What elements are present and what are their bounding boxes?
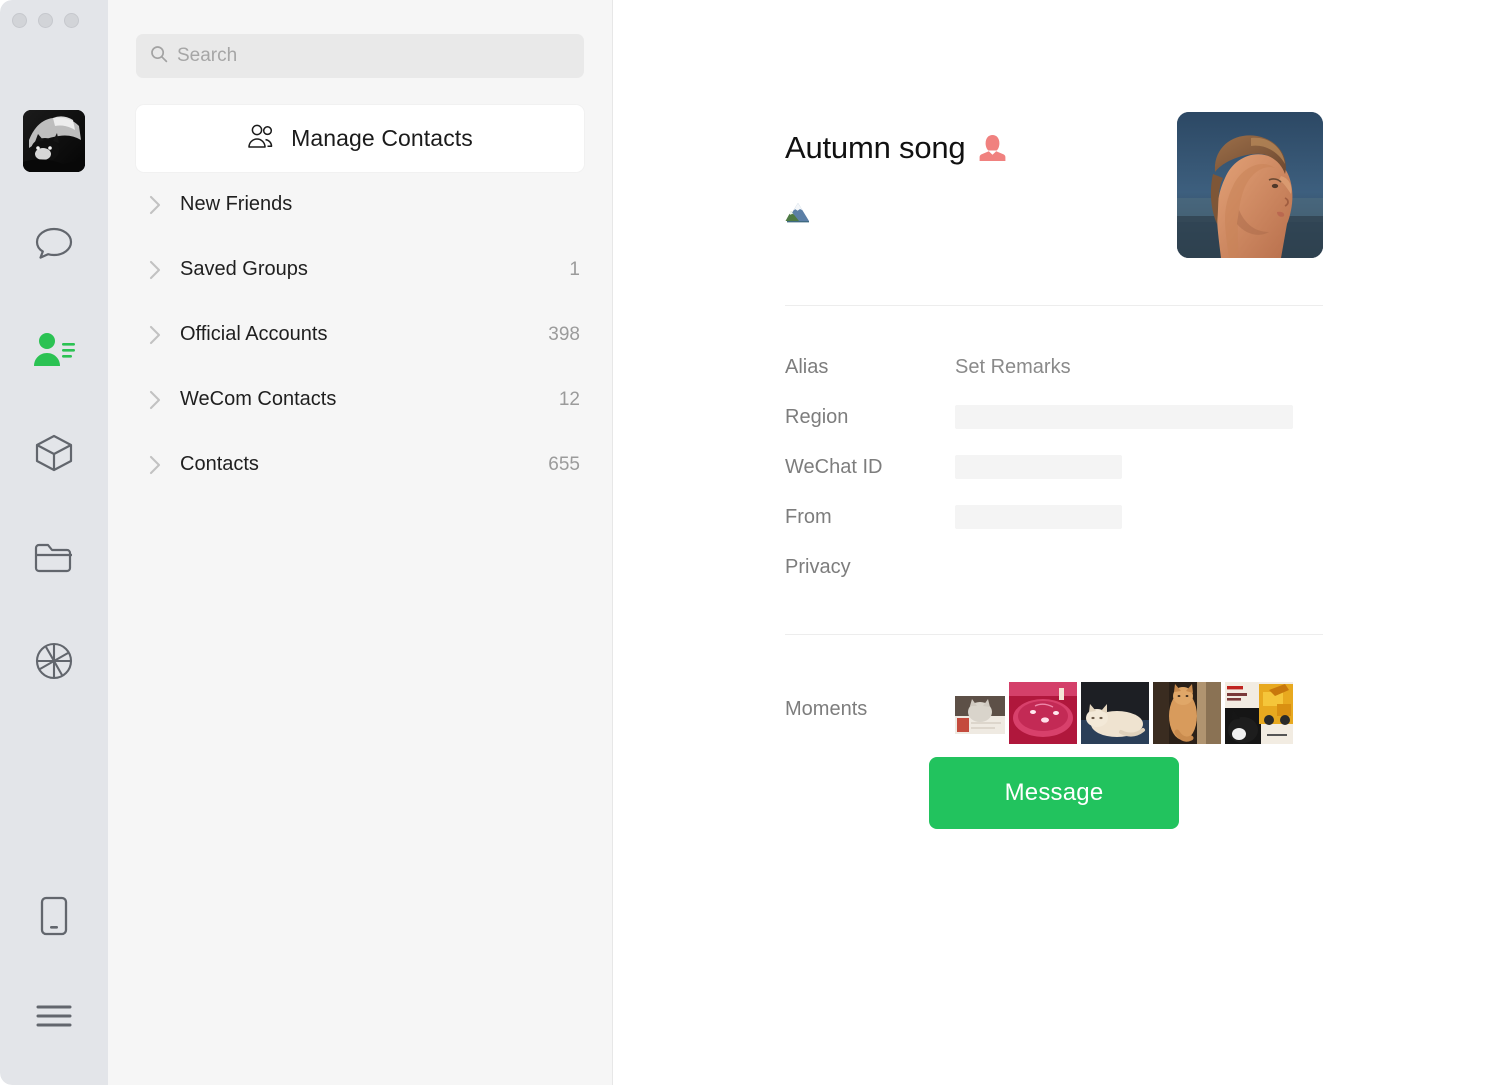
chevron-right-icon (142, 388, 168, 412)
chevron-right-icon (142, 258, 168, 282)
contact-field-row: Privacy (785, 542, 1323, 592)
moments-section: Moments (785, 635, 1323, 744)
sidebar-item-favorites[interactable] (23, 526, 85, 588)
contact-field-row: From (785, 492, 1323, 542)
contact-group-row[interactable]: New Friends (136, 172, 584, 237)
contact-field-value[interactable]: Set Remarks (955, 356, 1071, 379)
contact-field-label: Region (785, 405, 849, 428)
sidebar-item-chats[interactable] (23, 214, 85, 276)
chevron-right-icon (142, 193, 168, 217)
contact-group-row[interactable]: WeCom Contacts 12 (136, 367, 584, 432)
contact-group-row[interactable]: Saved Groups 1 (136, 237, 584, 302)
avatar[interactable] (23, 110, 85, 172)
sidebar-item-contacts[interactable] (23, 318, 85, 380)
nav-rail (0, 0, 108, 1085)
contact-name: Autumn song (785, 130, 966, 165)
contacts-list-panel: Manage Contacts New Friends Saved Groups 1… (108, 0, 613, 1085)
contact-group-label: Contacts (180, 453, 259, 475)
contact-group-count: 1 (569, 258, 580, 280)
sidebar-item-menu[interactable] (23, 985, 85, 1047)
moments-thumbnails[interactable] (955, 670, 1293, 744)
search-icon (150, 45, 168, 68)
contact-field-label: WeChat ID (785, 455, 883, 478)
contact-group-list: New Friends Saved Groups 1 Official Account… (136, 172, 584, 497)
moment-thumb-sleeping-cat[interactable] (1081, 682, 1149, 744)
contact-group-label: WeCom Contacts (180, 388, 337, 410)
contacts-icon (32, 330, 76, 368)
moments-label: Moments (785, 698, 868, 720)
contact-group-count: 655 (548, 453, 580, 475)
female-avatar-icon (979, 134, 1006, 162)
contact-field-label: Alias (785, 355, 829, 378)
maximize-button[interactable] (64, 13, 79, 28)
redacted-value (955, 405, 1293, 429)
chat-bubble-icon (33, 225, 75, 265)
snow-capped-mountain-emoji (785, 201, 811, 223)
contact-field-row: Region (785, 392, 1323, 442)
contact-header: Autumn song (785, 112, 1323, 258)
sidebar-item-mini-programs[interactable] (23, 422, 85, 484)
moment-thumb-cat-on-chair[interactable] (1153, 682, 1221, 744)
minimize-button[interactable] (38, 13, 53, 28)
close-button[interactable] (12, 13, 27, 28)
redacted-value (955, 505, 1122, 529)
two-people-icon (247, 123, 277, 155)
contact-field-row: Alias Set Remarks (785, 342, 1323, 392)
contact-detail-panel: Autumn song Alias Set Remarks Region WeC… (613, 0, 1500, 1085)
contact-group-row[interactable]: Contacts 655 (136, 432, 584, 497)
folder-icon (33, 539, 75, 575)
contact-profile-photo[interactable] (1177, 112, 1323, 258)
sidebar-item-phone[interactable] (23, 885, 85, 947)
chevron-right-icon (142, 323, 168, 347)
contact-field-label: From (785, 505, 832, 528)
contact-group-label: Saved Groups (180, 258, 308, 280)
wechat-window: Manage Contacts New Friends Saved Groups 1… (0, 0, 1500, 1085)
search-input[interactable] (177, 45, 570, 67)
moment-thumb-cat-poster[interactable] (1225, 682, 1293, 744)
contact-fields: Alias Set Remarks Region WeChat ID From Priva… (785, 306, 1323, 592)
contact-field-row: WeChat ID (785, 442, 1323, 492)
contact-group-count: 398 (548, 323, 580, 345)
redacted-value (955, 455, 1122, 479)
moment-thumb-cat-in-box[interactable] (955, 696, 1005, 734)
manage-contacts-button[interactable]: Manage Contacts (136, 105, 584, 172)
aperture-icon (33, 640, 75, 682)
window-controls (12, 13, 79, 28)
contact-group-count: 12 (558, 388, 580, 410)
phone-icon (37, 894, 71, 938)
contact-group-label: New Friends (180, 193, 293, 215)
contact-group-label: Official Accounts (180, 323, 328, 345)
hamburger-menu-icon (34, 1002, 74, 1030)
manage-contacts-label: Manage Contacts (291, 125, 473, 151)
chevron-right-icon (142, 453, 168, 477)
message-button[interactable]: Message (929, 757, 1179, 829)
contact-group-row[interactable]: Official Accounts 398 (136, 302, 584, 367)
contact-field-label: Privacy (785, 555, 851, 578)
contact-signature (785, 200, 1006, 224)
search-bar[interactable] (136, 34, 584, 78)
moment-thumb-red-bowl[interactable] (1009, 682, 1077, 744)
sidebar-item-moments[interactable] (23, 630, 85, 692)
box-icon (33, 432, 75, 474)
